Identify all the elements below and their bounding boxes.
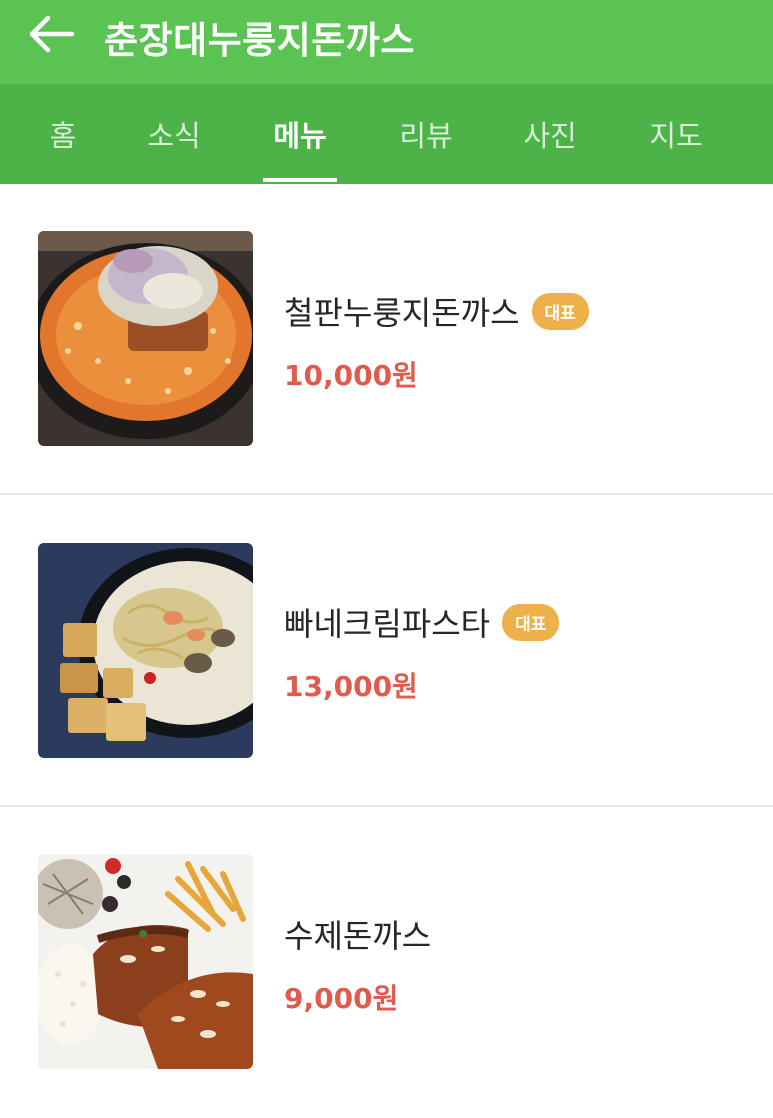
menu-item-price: 9,000원	[284, 982, 399, 1015]
menu-item-price: 10,000원	[284, 359, 418, 392]
menu-item-photo	[38, 543, 253, 758]
tab-map[interactable]: 지도	[636, 84, 716, 184]
back-button[interactable]	[26, 14, 76, 54]
menu-item-price: 13,000원	[284, 670, 418, 703]
menu-item-name: 빠네크림파스타 대표	[284, 599, 560, 645]
arrow-left-icon	[29, 15, 75, 53]
tab-reviews[interactable]: 리뷰	[386, 84, 466, 184]
menu-item-name-text: 빠네크림파스타	[284, 605, 491, 643]
signature-badge: 대표	[502, 603, 560, 641]
tab-photos[interactable]: 사진	[510, 84, 590, 184]
menu-item-name-text: 철판누룽지돈까스	[284, 294, 520, 332]
menu-item[interactable]: 빠네크림파스타 대표 13,000원	[0, 495, 773, 806]
signature-badge: 대표	[531, 292, 589, 330]
menu-item[interactable]: 철판누룽지돈까스 대표 10,000원	[0, 184, 773, 495]
menu-item-name-text: 수제돈까스	[284, 917, 432, 955]
menu-item[interactable]: 수제돈까스 9,000원	[0, 807, 773, 1118]
menu-item-name: 수제돈까스	[284, 911, 431, 957]
app-header: 춘장대누룽지돈까스	[0, 0, 773, 84]
tab-news[interactable]: 소식	[134, 84, 214, 184]
menu-item-photo	[38, 854, 253, 1069]
menu-item-name: 철판누룽지돈까스 대표	[284, 288, 589, 334]
menu-item-photo	[38, 231, 253, 446]
tab-home[interactable]: 홈	[28, 84, 98, 184]
active-tab-indicator	[263, 178, 337, 182]
page-title: 춘장대누룽지돈까스	[104, 19, 415, 62]
tab-bar: 홈 소식 메뉴 리뷰 사진 지도	[0, 84, 773, 184]
tab-menu[interactable]: 메뉴	[258, 84, 342, 184]
